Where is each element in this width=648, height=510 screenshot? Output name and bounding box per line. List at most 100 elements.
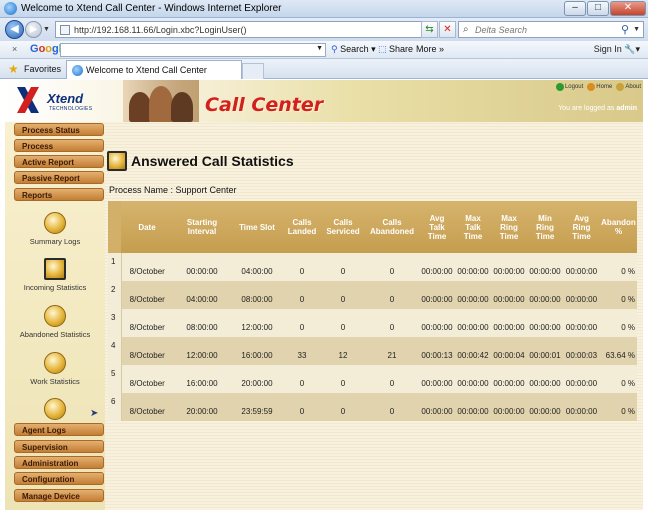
column-header-line: Max	[465, 213, 481, 223]
column-header-line: Abandoned	[370, 227, 414, 236]
summary-logs-icon	[44, 212, 66, 234]
table-cell: 00:00:00	[563, 365, 600, 393]
search-go-icon[interactable]: ⚲	[621, 23, 629, 36]
forward-button[interactable]: ▶	[25, 21, 42, 38]
search-placeholder: Delta Search	[475, 25, 528, 35]
column-header: Abandon%	[600, 201, 637, 253]
favorites-button[interactable]: Favorites	[24, 64, 61, 74]
table-cell: 00:00:00	[491, 393, 527, 421]
menu-active-report[interactable]: Active Report	[14, 155, 104, 168]
table-body: 1 8/October 00:00:00 04:00:00 0 0 0 00:00:00 00:…	[108, 253, 637, 421]
column-header-line: Time	[535, 231, 555, 241]
menu-agent-logs[interactable]: Agent Logs	[14, 423, 104, 436]
table-cell: 8/October	[121, 253, 173, 281]
table-cell: 0	[365, 309, 419, 337]
table-row: 3 8/October 08:00:00 12:00:00 0 0 0 00:00:00 00:…	[108, 309, 637, 337]
table-cell: 00:00:00	[527, 365, 563, 393]
column-header-line: %	[614, 227, 623, 236]
table-cell: 00:00:00	[563, 253, 600, 281]
main-content: Answered Call Statistics Process Name : …	[105, 122, 643, 510]
more-button[interactable]: More »	[416, 44, 444, 54]
table-cell: 12	[321, 337, 365, 365]
url-text: http://192.168.11.66/Login.xbc?LoginUser…	[74, 25, 247, 35]
url-input[interactable]: http://192.168.11.66/Login.xbc?LoginUser…	[55, 21, 437, 38]
menu-manage-device[interactable]: Manage Device	[14, 489, 104, 502]
maximize-button[interactable]: □	[587, 1, 609, 16]
search-dropdown-icon[interactable]: ▼	[633, 26, 640, 33]
wrench-icon[interactable]: 🔧	[624, 44, 635, 54]
scroll-down-icon[interactable]: ➤	[90, 408, 98, 419]
menu-passive-report[interactable]: Passive Report	[14, 171, 104, 184]
report-abandoned-statistics[interactable]: Abandoned Statistics	[5, 305, 105, 339]
column-header: Date	[121, 201, 173, 253]
share-label: Share	[389, 44, 414, 54]
window-title: Welcome to Xtend Call Center - Windows I…	[21, 3, 282, 14]
process-name: Process Name : Support Center	[109, 185, 237, 195]
menu-process-status[interactable]: Process Status	[14, 123, 104, 136]
table-cell: 08:00:00	[231, 281, 283, 309]
report-label: Abandoned Statistics	[19, 330, 91, 339]
page-heading: Answered Call Statistics	[107, 151, 294, 171]
table-cell: 04:00:00	[231, 253, 283, 281]
column-header-line: Time	[463, 231, 483, 241]
search-icon: ⚲	[331, 44, 338, 54]
table-cell: 00:00:01	[527, 337, 563, 365]
column-header: Max Ring Time	[491, 201, 527, 253]
page-title: Answered Call Statistics	[131, 153, 294, 169]
home-link[interactable]: Home	[587, 83, 612, 91]
refresh-icon[interactable]: ⇆	[421, 21, 438, 38]
table-cell: 0 %	[600, 309, 637, 337]
menu-configuration[interactable]: Configuration	[14, 472, 104, 485]
table-cell: 08:00:00	[173, 309, 231, 337]
table-cell: 00:00:00	[527, 309, 563, 337]
history-dropdown-icon[interactable]: ▼	[43, 26, 50, 33]
table-cell: 00:00:42	[455, 337, 491, 365]
back-button[interactable]: ◀	[5, 20, 24, 39]
home-label: Home	[596, 84, 613, 90]
close-button[interactable]: ✕	[610, 1, 646, 16]
report-summary-logs[interactable]: Summary Logs	[5, 212, 105, 246]
column-header: Max Talk Time	[455, 201, 491, 253]
toolbar-close-icon[interactable]: ×	[12, 44, 17, 54]
search-input[interactable]: ⌕ Delta Search ⚲ ▼	[458, 21, 644, 38]
column-header-line: Calls	[333, 218, 353, 227]
signin-button[interactable]: Sign In 🔧▾	[594, 44, 640, 55]
ie-tab-icon	[72, 65, 83, 76]
share-button[interactable]: ⬚ Share	[378, 44, 413, 55]
logout-icon	[555, 83, 564, 91]
menu-supervision[interactable]: Supervision	[14, 440, 104, 453]
menu-administration[interactable]: Administration	[14, 456, 104, 469]
incoming-statistics-icon	[44, 258, 66, 280]
column-header-line: Min	[538, 213, 552, 223]
table-cell: 21	[365, 337, 419, 365]
table-cell: 0	[365, 253, 419, 281]
table-cell: 00:00:00	[419, 309, 455, 337]
google-search-input[interactable]: ▼	[60, 43, 326, 57]
column-header-line: Time	[499, 231, 519, 241]
menu-process[interactable]: Process	[14, 139, 104, 152]
table-cell: 00:00:00	[455, 281, 491, 309]
favorites-star-icon[interactable]: ★	[8, 62, 19, 76]
row-index: 5	[108, 365, 122, 393]
home-icon	[587, 83, 596, 91]
table-cell: 0	[283, 393, 321, 421]
report-label: Summary Logs	[29, 237, 81, 246]
google-search-button[interactable]: ⚲ Search ▾	[331, 44, 376, 55]
google-dropdown-icon[interactable]: ▼	[316, 45, 323, 52]
browser-tab[interactable]: Welcome to Xtend Call Center	[66, 60, 242, 79]
row-index: 1	[108, 253, 122, 281]
about-label: About	[625, 84, 641, 90]
logged-prefix: You are logged as	[558, 105, 615, 112]
logout-link[interactable]: Logout	[555, 83, 583, 91]
about-link[interactable]: About	[616, 83, 641, 91]
column-header-line: Time	[572, 231, 591, 241]
report-incoming-statistics[interactable]: Incoming Statistics	[5, 258, 105, 292]
report-work-statistics[interactable]: Work Statistics	[5, 352, 105, 386]
about-icon	[616, 83, 625, 91]
menu-reports[interactable]: Reports	[14, 188, 104, 201]
new-tab-button[interactable]	[242, 63, 264, 79]
table-cell: 0	[283, 281, 321, 309]
column-header-line: Serviced	[326, 227, 360, 236]
stop-icon[interactable]: ✕	[439, 21, 456, 38]
minimize-button[interactable]: –	[564, 1, 586, 16]
